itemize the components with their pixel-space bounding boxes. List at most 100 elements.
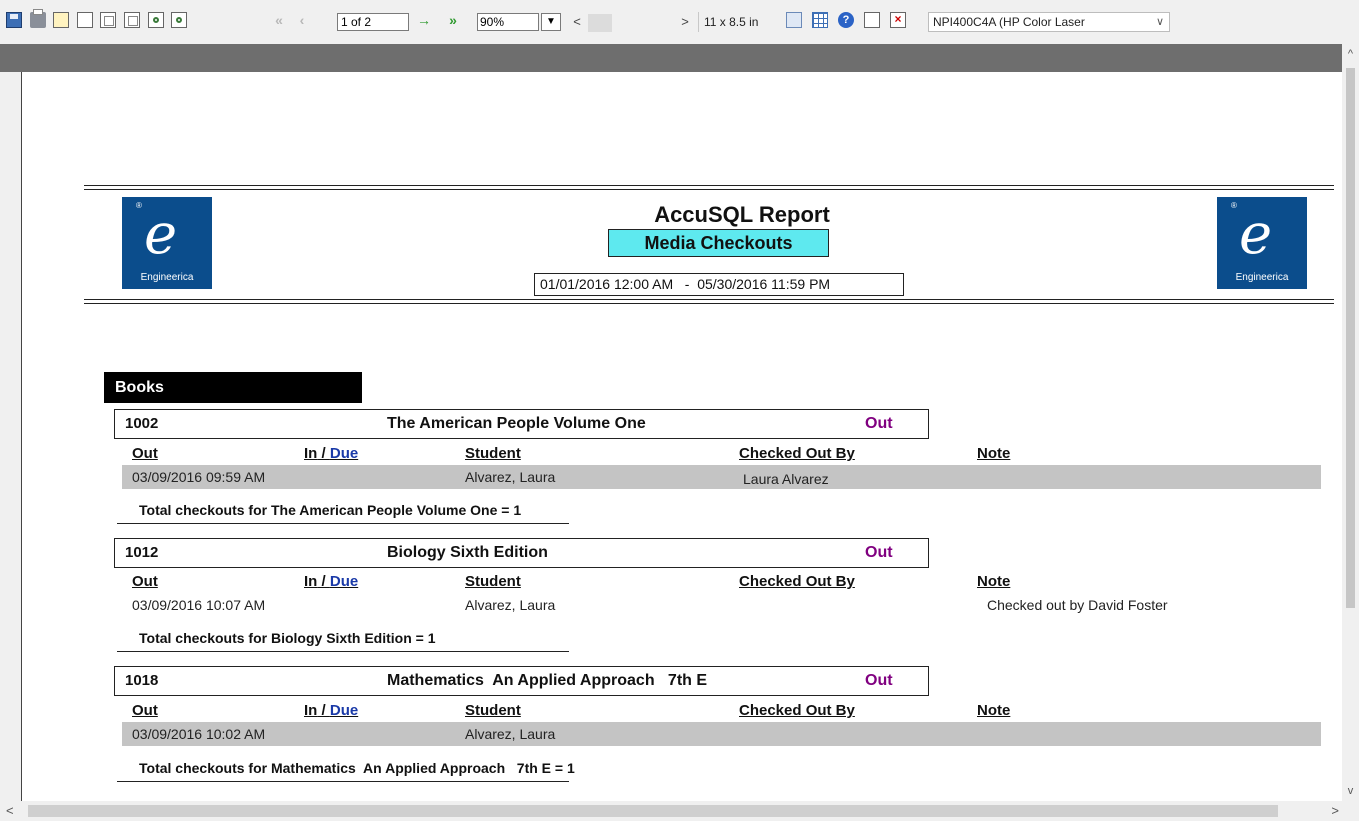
cell-student: Alvarez, Laura bbox=[465, 726, 556, 742]
col-in-due: In / Due bbox=[304, 702, 358, 720]
status-badge: Out bbox=[865, 544, 893, 561]
col-slash: / bbox=[317, 445, 330, 462]
cell-student: Alvarez, Laura bbox=[465, 597, 556, 613]
col-out: Out bbox=[132, 702, 158, 719]
preview-toolbar: « ‹ 1 of 2 → » 90% ▼ < > 11 x 8.5 in ? ×… bbox=[0, 0, 1359, 44]
col-due: Due bbox=[329, 445, 359, 462]
col-checked-out-by: Checked Out By bbox=[739, 573, 855, 590]
zoom-in-icon[interactable] bbox=[148, 12, 164, 28]
col-note: Note bbox=[977, 445, 1011, 462]
cell-out: 03/09/2016 10:02 AM bbox=[132, 726, 266, 742]
printer-select[interactable]: NPI400C4A (HP Color Laser ∨ bbox=[928, 12, 1170, 32]
page-number-input[interactable]: 1 of 2 bbox=[337, 13, 409, 31]
col-student: Student bbox=[465, 702, 521, 719]
horizontal-scroll-thumb[interactable] bbox=[28, 805, 1278, 817]
logo-mark: e bbox=[1239, 202, 1273, 267]
header-rule-bottom2 bbox=[84, 303, 1334, 304]
total-rule bbox=[117, 781, 569, 782]
cell-out: 03/09/2016 09:59 AM bbox=[132, 469, 266, 485]
col-student: Student bbox=[465, 445, 521, 462]
chevron-down-icon[interactable]: v bbox=[1342, 785, 1359, 797]
col-note: Note bbox=[977, 573, 1011, 590]
first-page-icon[interactable]: « bbox=[271, 12, 287, 28]
col-out: Out bbox=[132, 445, 158, 462]
print-icon[interactable] bbox=[30, 9, 46, 28]
single-page-icon[interactable] bbox=[77, 12, 93, 28]
help-icon[interactable]: ? bbox=[838, 12, 854, 28]
item-id: 1018 bbox=[125, 672, 159, 689]
horizontal-scrollbar[interactable]: < > bbox=[0, 801, 1359, 821]
logo-left: ® e Engineerica bbox=[122, 197, 212, 289]
export-icon[interactable] bbox=[53, 12, 69, 28]
report-page: ® e Engineerica ® e Engineerica AccuSQL … bbox=[21, 72, 1343, 801]
category-header: Books bbox=[104, 372, 362, 403]
zoom-out-icon[interactable] bbox=[171, 12, 187, 28]
close-icon[interactable]: × bbox=[890, 12, 906, 28]
item-title: Mathematics An Applied Approach 7th E bbox=[387, 672, 708, 689]
table-row: 03/09/2016 10:02 AM Alvarez, Laura bbox=[122, 722, 1321, 746]
header-rule-top2 bbox=[84, 189, 1334, 190]
logo-mark: e bbox=[144, 202, 178, 267]
page-setup-icon[interactable] bbox=[786, 12, 802, 28]
col-in: In bbox=[304, 702, 318, 719]
multi-page-icon[interactable] bbox=[124, 12, 140, 28]
vertical-scrollbar[interactable]: ^ v bbox=[1342, 44, 1359, 801]
prev-page-icon[interactable]: ‹ bbox=[294, 12, 310, 28]
col-out: Out bbox=[132, 573, 158, 590]
toolbar-separator bbox=[698, 12, 699, 32]
item-header: 1018 Mathematics An Applied Approach 7th… bbox=[114, 666, 929, 696]
zoom-dropdown-button[interactable]: ▼ bbox=[541, 13, 561, 31]
header-rule-top bbox=[84, 185, 1334, 186]
scroll-left-button[interactable]: < bbox=[566, 13, 588, 31]
item-header: 1002 The American People Volume One Out bbox=[114, 409, 929, 439]
col-in: In bbox=[304, 573, 318, 590]
page-size-label: 11 x 8.5 in bbox=[704, 15, 759, 29]
logo-right: ® e Engineerica bbox=[1217, 197, 1307, 289]
table-row: 03/09/2016 09:59 AM Alvarez, Laura Laura… bbox=[122, 465, 1321, 489]
item-total: Total checkouts for Biology Sixth Editio… bbox=[139, 630, 436, 646]
chevron-left-icon: < bbox=[573, 14, 581, 29]
printer-name: NPI400C4A (HP Color Laser bbox=[933, 15, 1085, 29]
total-rule bbox=[117, 651, 569, 652]
date-range: 01/01/2016 12:00 AM - 05/30/2016 11:59 P… bbox=[534, 273, 904, 296]
col-checked-out-by: Checked Out By bbox=[739, 445, 855, 462]
chevron-down-icon: ▼ bbox=[546, 16, 556, 27]
col-in-due: In / Due bbox=[304, 573, 358, 591]
col-in-due: In / Due bbox=[304, 445, 358, 463]
col-in: In bbox=[304, 445, 318, 462]
header-rule-bottom bbox=[84, 299, 1334, 300]
cell-checked-out-by: Laura Alvarez bbox=[743, 471, 829, 487]
chevron-up-icon[interactable]: ^ bbox=[1342, 48, 1359, 60]
col-due: Due bbox=[329, 702, 359, 719]
cell-out: 03/09/2016 10:07 AM bbox=[132, 597, 266, 613]
two-page-icon[interactable] bbox=[100, 12, 116, 28]
vertical-scroll-thumb[interactable] bbox=[1346, 68, 1355, 608]
chevron-right-icon: > bbox=[681, 14, 689, 29]
chevron-left-icon[interactable]: < bbox=[6, 803, 14, 818]
item-title: The American People Volume One bbox=[387, 415, 646, 432]
item-id: 1012 bbox=[125, 544, 159, 561]
col-due: Due bbox=[329, 573, 359, 590]
zoom-input[interactable]: 90% bbox=[477, 13, 539, 31]
chevron-right-icon[interactable]: > bbox=[1331, 803, 1339, 818]
next-page-icon[interactable]: → bbox=[416, 12, 432, 28]
table-row: 03/09/2016 10:07 AM Alvarez, Laura Check… bbox=[122, 593, 1321, 617]
report-title: AccuSQL Report bbox=[654, 202, 830, 227]
preview-background bbox=[0, 44, 1342, 72]
chevron-down-icon: ∨ bbox=[1155, 16, 1164, 28]
item-title: Biology Sixth Edition bbox=[387, 544, 548, 561]
scroll-right-button[interactable]: > bbox=[674, 13, 696, 31]
status-badge: Out bbox=[865, 415, 893, 432]
report-subtitle: Media Checkouts bbox=[608, 229, 829, 257]
save-icon[interactable] bbox=[6, 12, 22, 28]
last-page-icon[interactable]: » bbox=[445, 12, 461, 28]
logo-text: Engineerica bbox=[1235, 272, 1289, 283]
item-total: Total checkouts for Mathematics An Appli… bbox=[139, 760, 575, 776]
item-header: 1012 Biology Sixth Edition Out bbox=[114, 538, 929, 568]
toolbar-scroll-track[interactable] bbox=[588, 14, 612, 32]
cell-student: Alvarez, Laura bbox=[465, 469, 556, 485]
blank-page-icon[interactable] bbox=[864, 12, 880, 28]
grid-icon[interactable] bbox=[812, 12, 828, 28]
col-student: Student bbox=[465, 573, 521, 590]
col-slash: / bbox=[317, 573, 330, 590]
